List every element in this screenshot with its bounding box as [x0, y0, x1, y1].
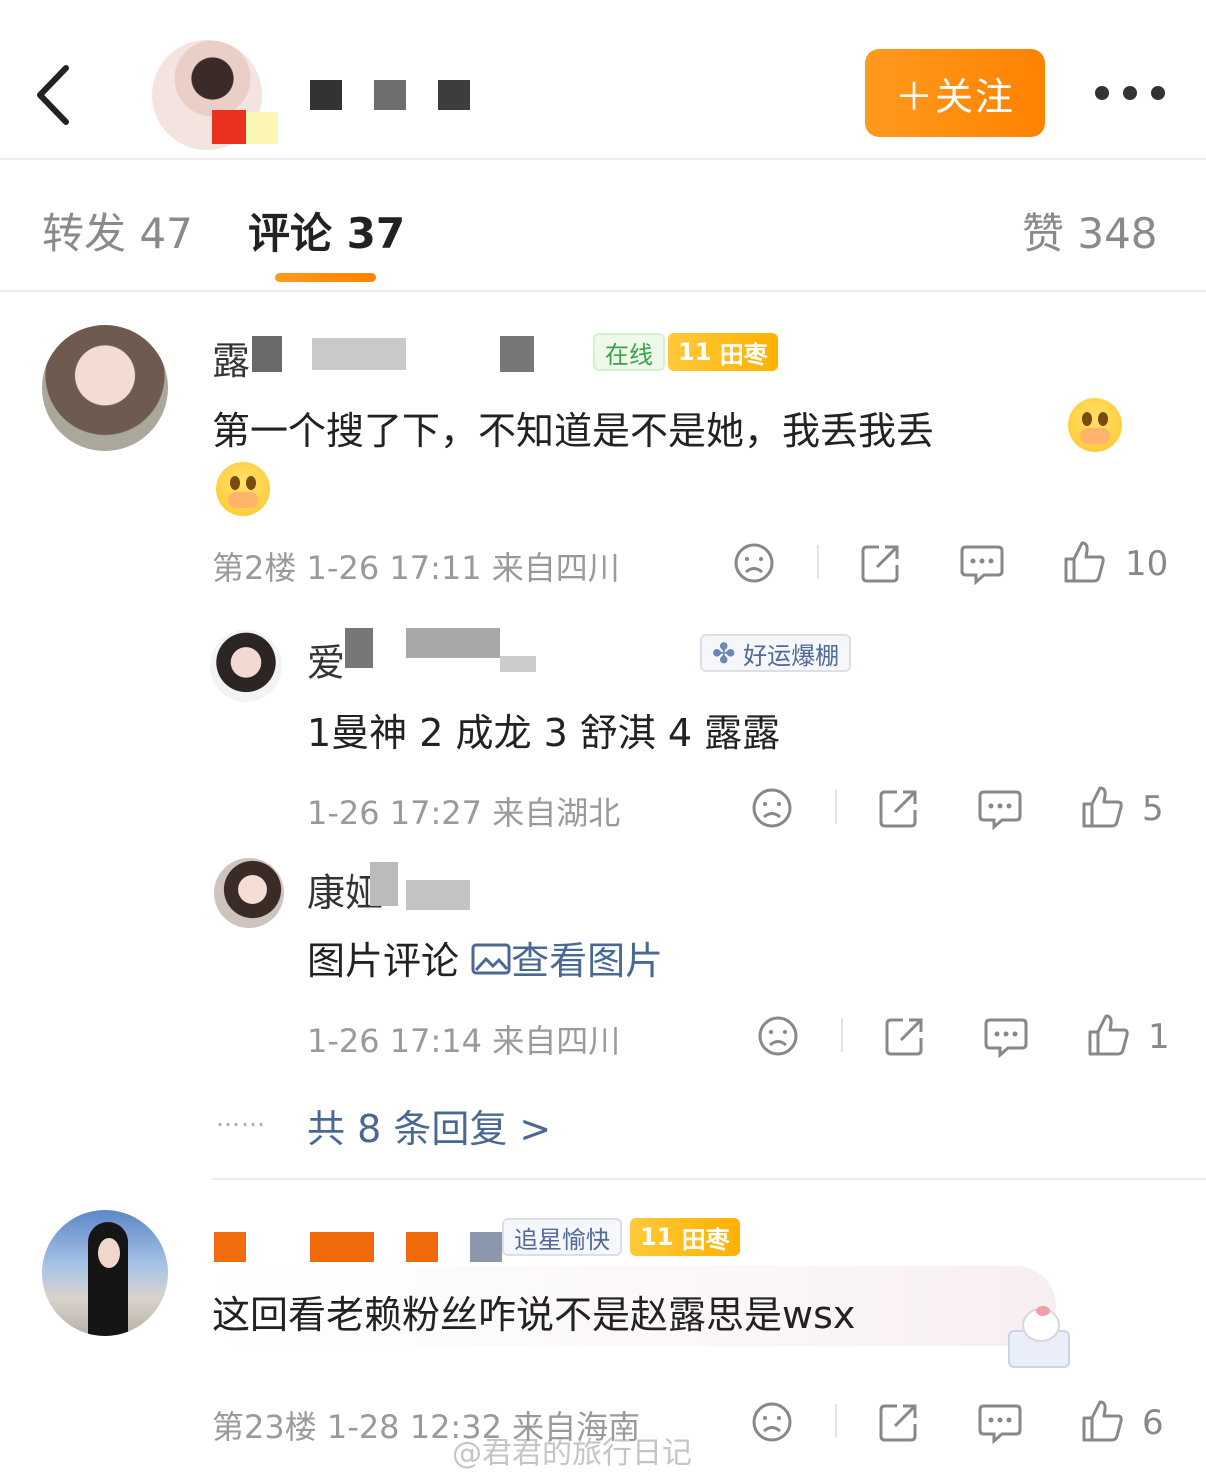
redacted-block: [310, 1232, 374, 1262]
crying-emoji-icon: [216, 462, 270, 516]
back-button[interactable]: [30, 60, 80, 130]
fan-level-number: 11: [678, 338, 712, 366]
redacted-username-block: [438, 80, 470, 110]
action-divider: [817, 545, 819, 579]
redacted-block: [500, 656, 536, 672]
image-comment-label: 图片评论: [307, 939, 460, 983]
redacted-block: [345, 628, 373, 668]
share-icon[interactable]: [859, 541, 903, 585]
redacted-block: [246, 112, 278, 144]
follow-button[interactable]: ＋关注: [865, 49, 1045, 137]
comment-icon[interactable]: [978, 1402, 1022, 1444]
reply-text: 1曼神 2 成龙 3 舒淇 4 露露: [307, 711, 781, 755]
badge-label: 好运爆棚: [743, 641, 840, 670]
like-count: 6: [1142, 1403, 1164, 1443]
like-count: 1: [1148, 1017, 1170, 1057]
fan-level-label: 田枣: [719, 340, 768, 369]
action-divider: [841, 1018, 843, 1052]
dislike-icon[interactable]: [756, 1014, 800, 1058]
like-icon[interactable]: [1080, 784, 1124, 830]
comment-icon[interactable]: [984, 1016, 1028, 1058]
comment-meta: 第2楼 1-26 17:11 来自四川: [212, 543, 620, 589]
redacted-block: [406, 628, 500, 658]
location: 来自湖北: [492, 794, 621, 832]
view-image-label: 查看图片: [511, 939, 664, 983]
status-badge: 在线: [593, 333, 665, 371]
commenter-username[interactable]: 露: [212, 330, 250, 385]
fan-level-number: 11: [640, 1223, 674, 1251]
fan-level-badge: 11 田枣: [630, 1218, 740, 1256]
redacted-block: [406, 1232, 438, 1262]
dislike-icon[interactable]: [750, 1400, 794, 1444]
like-count: 5: [1142, 789, 1164, 829]
view-image-link[interactable]: 查看图片: [471, 939, 663, 983]
reply-meta: 1-26 17:14 来自四川: [307, 1016, 620, 1062]
redacted-block: [252, 336, 282, 372]
tab-repost[interactable]: 转发 47: [42, 200, 193, 261]
timestamp: 1-26 17:11: [306, 549, 482, 587]
more-options-icon[interactable]: [1095, 78, 1170, 108]
gift-cat-sticker-icon: [1000, 1306, 1072, 1368]
action-divider: [835, 790, 837, 824]
redacted-block: [212, 110, 246, 144]
redacted-block: [470, 1232, 502, 1262]
clover-icon: ✤: [712, 636, 736, 670]
fan-level-label: 田枣: [681, 1225, 730, 1254]
redacted-block: [312, 338, 406, 370]
tab-comments[interactable]: 评论 37: [248, 200, 405, 261]
comment-icon[interactable]: [960, 543, 1004, 585]
more-replies-link[interactable]: 共 8 条回复 >: [307, 1098, 551, 1153]
fan-level-badge: 11 田枣: [668, 333, 778, 371]
redacted-block: [214, 1232, 246, 1262]
image-icon: [471, 943, 511, 975]
divider: [212, 1178, 1206, 1180]
redacted-username-block: [310, 80, 342, 110]
tab-likes[interactable]: 赞 348: [1022, 200, 1158, 261]
share-icon[interactable]: [877, 786, 921, 830]
dislike-icon[interactable]: [750, 786, 794, 830]
location: 来自四川: [492, 1022, 621, 1060]
dislike-icon[interactable]: [732, 541, 776, 585]
like-icon[interactable]: [1086, 1012, 1130, 1058]
status-badge: 追星愉快: [502, 1218, 622, 1256]
divider: [0, 158, 1206, 160]
replier-avatar[interactable]: [210, 630, 282, 702]
like-count: 10: [1125, 544, 1169, 584]
floor-number: 第23楼: [212, 1408, 317, 1446]
watermark: @君君的旅行日记: [452, 1436, 692, 1471]
floor-number: 第2楼: [212, 549, 297, 587]
like-icon[interactable]: [1080, 1398, 1124, 1444]
redacted-block: [500, 336, 534, 372]
commenter-avatar[interactable]: [42, 325, 168, 451]
timestamp: 1-26 17:27: [307, 794, 483, 832]
replier-avatar[interactable]: [214, 858, 284, 928]
comment-text: 第一个搜了下，不知道是不是她，我丢我丢: [212, 409, 935, 453]
divider: [0, 290, 1206, 292]
reply-text: 图片评论 查看图片: [307, 930, 663, 985]
redacted-username-block: [374, 80, 406, 110]
like-icon[interactable]: [1062, 539, 1106, 585]
commenter-avatar[interactable]: [42, 1210, 168, 1336]
replier-username[interactable]: 爱: [307, 632, 345, 687]
location: 来自四川: [491, 549, 620, 587]
ellipsis-dots: ……: [216, 1104, 266, 1132]
active-tab-indicator: [275, 273, 376, 282]
share-icon[interactable]: [883, 1014, 927, 1058]
crying-emoji-icon: [1068, 398, 1122, 452]
action-divider: [835, 1404, 837, 1438]
status-badge: ✤ 好运爆棚: [700, 634, 852, 672]
redacted-block: [370, 862, 398, 906]
redacted-block: [406, 880, 470, 910]
reply-meta: 1-26 17:27 来自湖北: [307, 788, 620, 834]
timestamp: 1-26 17:14: [307, 1022, 483, 1060]
comment-text: 这回看老赖粉丝咋说不是赵露思是wsx: [212, 1293, 856, 1337]
share-icon[interactable]: [877, 1400, 921, 1444]
chevron-left-icon: [37, 65, 69, 125]
comment-icon[interactable]: [978, 788, 1022, 830]
